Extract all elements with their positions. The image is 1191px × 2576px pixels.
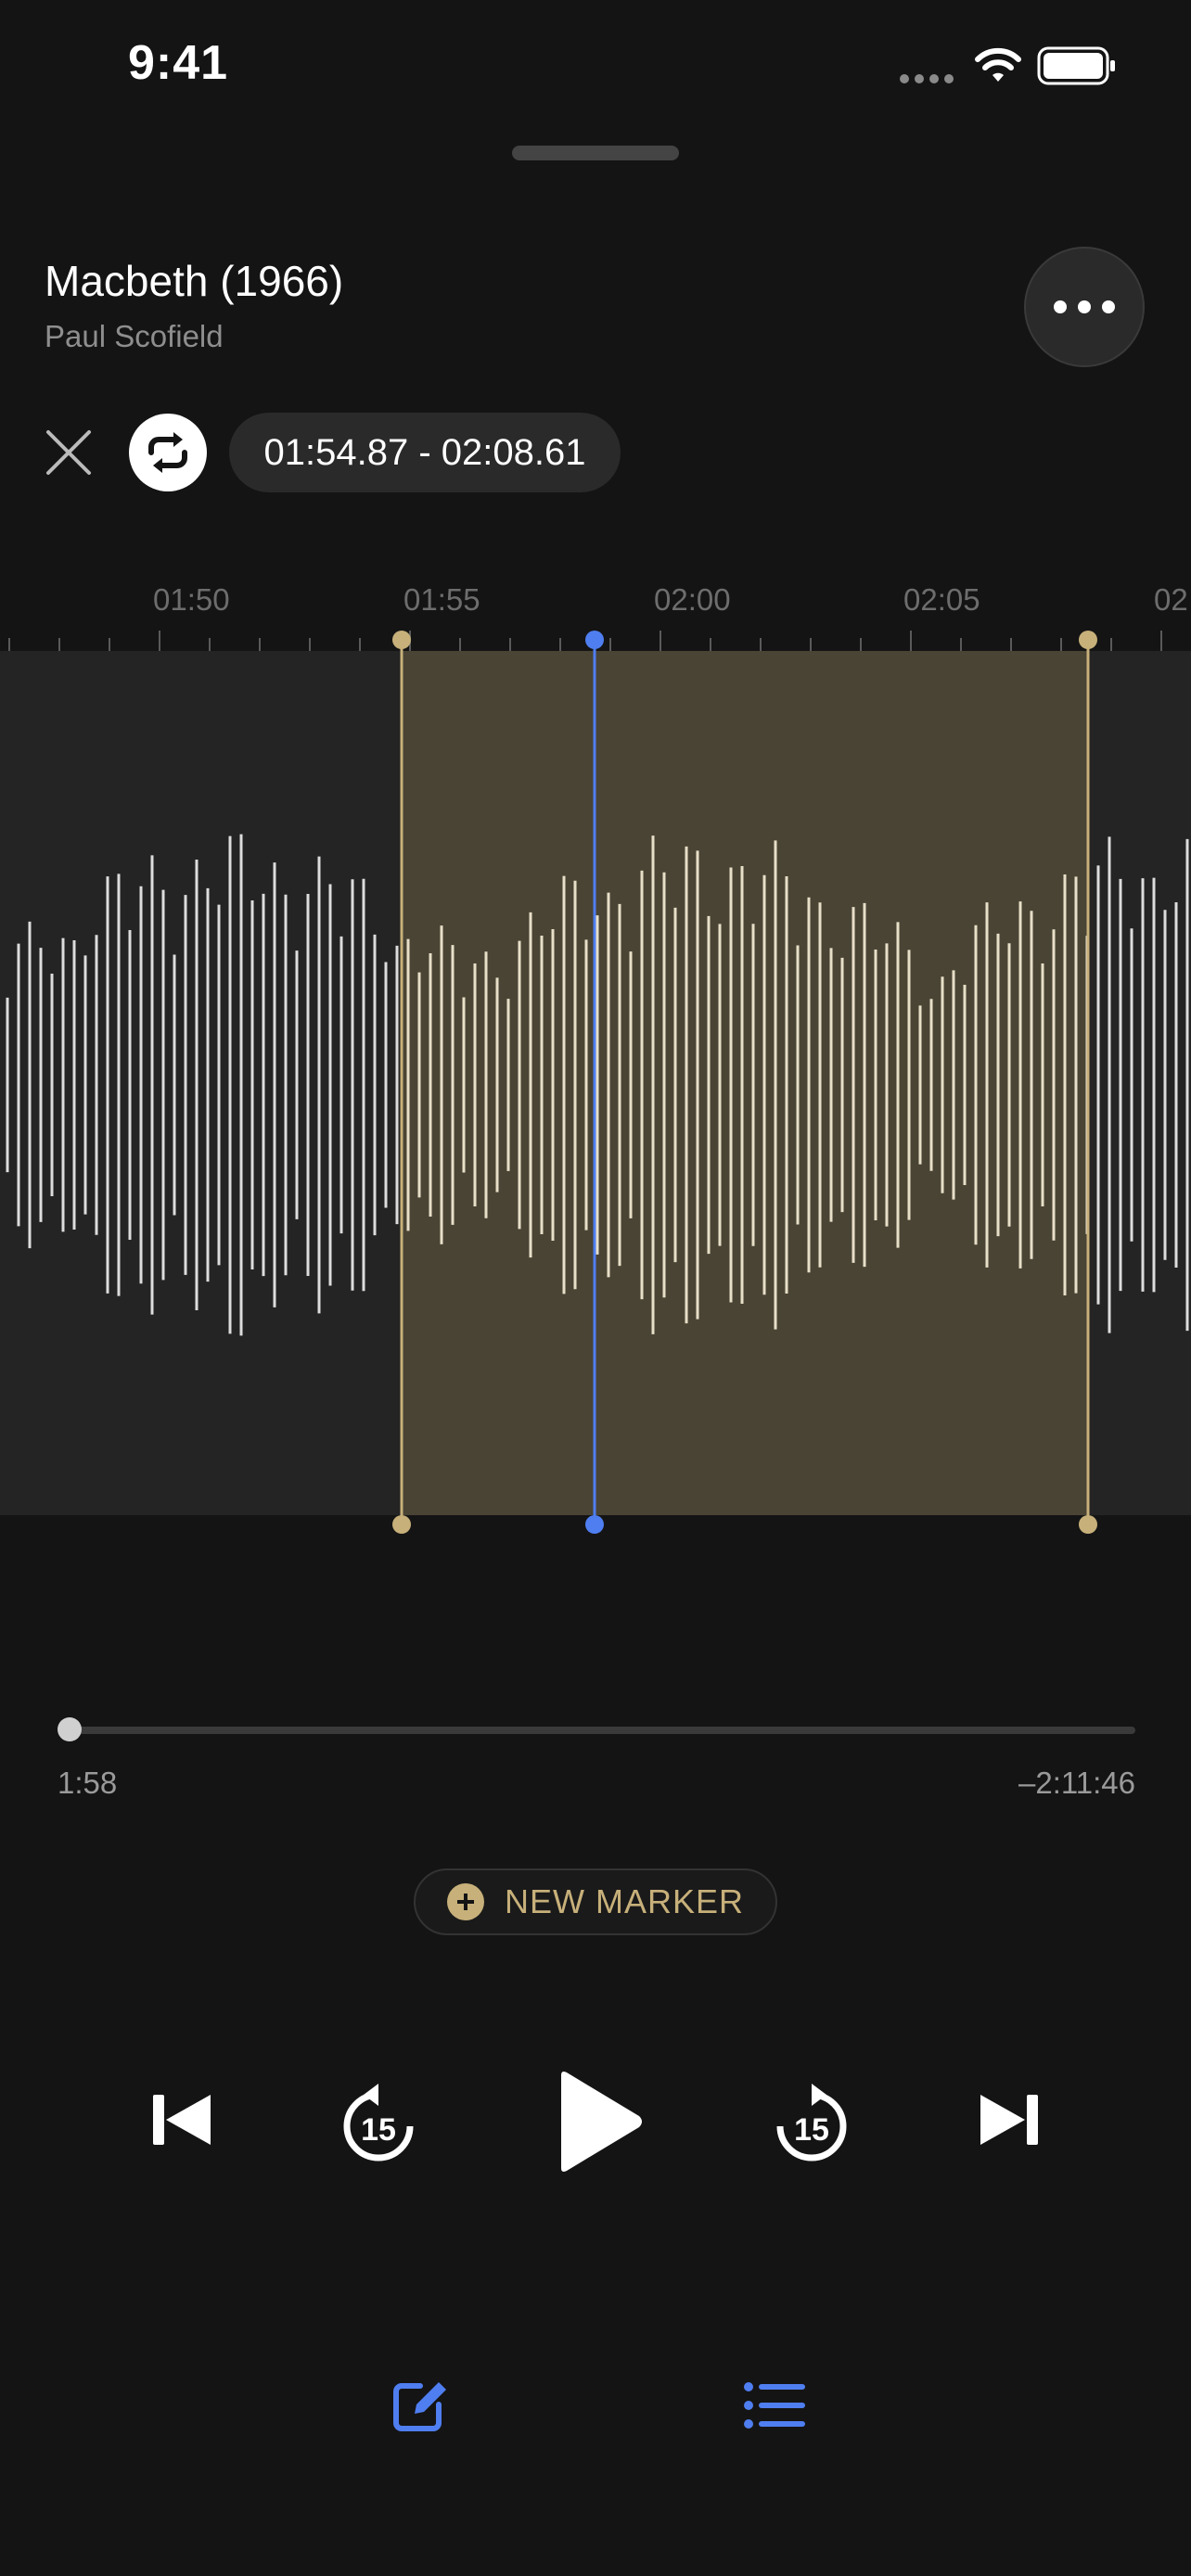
new-marker-button[interactable]: NEW MARKER <box>414 1868 777 1935</box>
skip-next-button[interactable] <box>974 2090 1044 2149</box>
selection-end-handle-bottom <box>1079 1515 1097 1534</box>
seek-track[interactable] <box>59 1727 1135 1734</box>
loop-range-pill[interactable]: 01:54.87 - 02:08.61 <box>229 413 621 492</box>
sheet-grabber[interactable] <box>512 146 679 160</box>
selection-start-handle-bottom <box>392 1515 411 1534</box>
rewind-seconds: 15 <box>361 2112 396 2148</box>
cellular-signal-icon <box>900 74 955 83</box>
new-marker-label: NEW MARKER <box>504 1882 744 1920</box>
track-title: Macbeth (1966) <box>45 257 344 305</box>
repeat-icon <box>148 432 187 473</box>
playhead-bottom <box>585 1515 604 1534</box>
status-time: 9:41 <box>128 36 229 90</box>
list-icon <box>744 2382 805 2429</box>
forward-seconds: 15 <box>794 2112 829 2148</box>
playhead-top <box>585 631 604 649</box>
selection-end-handle <box>1079 631 1097 649</box>
track-artist: Paul Scofield <box>45 319 224 353</box>
skip-next-icon <box>980 2095 1038 2145</box>
rewind-15-icon: 15 <box>343 2084 414 2162</box>
ruler-label: 01:50 <box>153 582 230 617</box>
selection-start-handle <box>392 631 411 649</box>
ruler-label: 01:55 <box>403 582 480 617</box>
seek-thumb[interactable] <box>58 1717 82 1741</box>
battery-icon <box>1037 46 1115 85</box>
edit-icon <box>393 2382 446 2431</box>
markers-list-button[interactable] <box>742 2378 807 2433</box>
ruler-label: 02:05 <box>903 582 980 617</box>
edit-button[interactable] <box>386 2374 451 2439</box>
elapsed-time: 1:58 <box>58 1766 118 1800</box>
loop-toggle-button[interactable] <box>129 414 207 491</box>
rewind-15-button[interactable]: 15 <box>337 2081 420 2164</box>
play-icon <box>561 2072 642 2172</box>
skip-previous-button[interactable] <box>147 2090 217 2149</box>
ruler-label: 02:00 <box>654 582 731 617</box>
skip-previous-icon <box>153 2095 211 2145</box>
more-dots-icon <box>1054 300 1067 313</box>
remaining-time: –2:11:46 <box>1018 1766 1135 1800</box>
plus-icon <box>446 1883 484 1920</box>
close-icon[interactable] <box>43 427 95 478</box>
ruler-label: 02 <box>1154 582 1188 617</box>
more-button[interactable] <box>1024 247 1145 367</box>
forward-15-button[interactable]: 15 <box>770 2081 853 2164</box>
wifi-icon <box>975 47 1021 82</box>
forward-15-icon: 15 <box>776 2084 847 2162</box>
selection-handles[interactable] <box>0 631 1191 1539</box>
play-button[interactable] <box>553 2066 646 2177</box>
